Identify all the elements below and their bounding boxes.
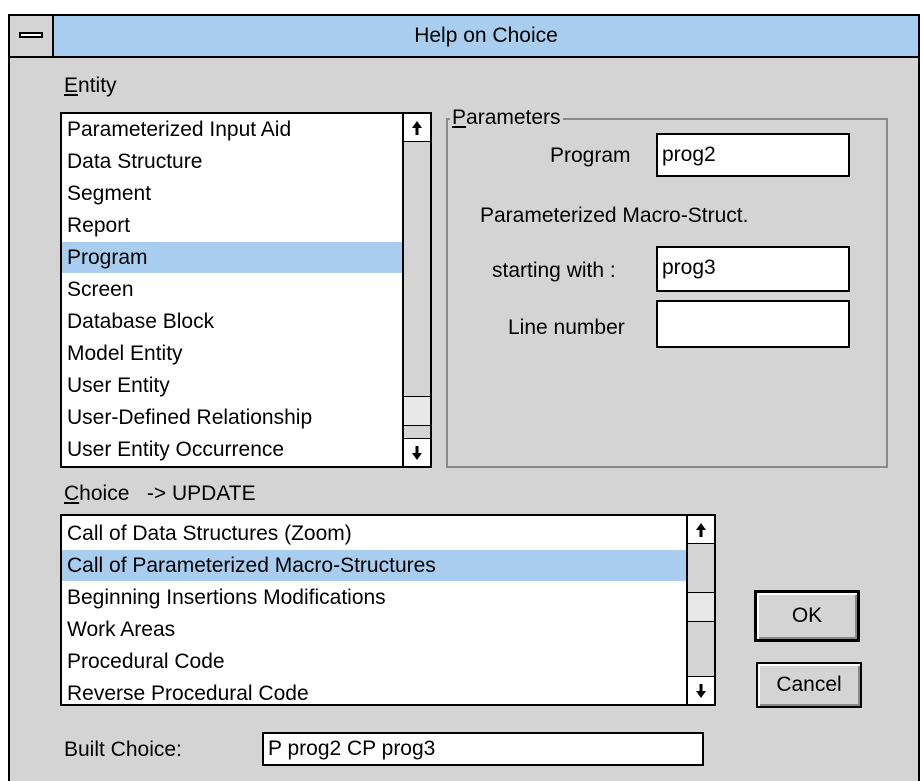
parameters-label: Parameters	[450, 106, 563, 130]
scroll-down-icon[interactable]	[688, 676, 714, 704]
scroll-up-icon[interactable]	[404, 114, 430, 142]
entity-list-item[interactable]: Program	[62, 242, 402, 273]
entity-list-item[interactable]: Screen	[62, 274, 402, 305]
starting-with-field[interactable]: prog3	[656, 246, 850, 292]
entity-scroll-thumb[interactable]	[404, 396, 430, 426]
entity-label: Entity	[64, 74, 117, 97]
help-on-choice-dialog: Help on Choice Entity Parameterized Inpu…	[8, 14, 920, 781]
ok-button[interactable]: OK	[754, 590, 860, 642]
choice-list-item[interactable]: Call of Parameterized Macro-Structures	[62, 550, 686, 581]
scroll-up-icon[interactable]	[688, 516, 714, 544]
title-bar: Help on Choice	[10, 16, 918, 58]
entity-list-item[interactable]: Parameterized Input Aid	[62, 114, 402, 145]
window-title: Help on Choice	[414, 24, 558, 47]
line-number-field[interactable]	[656, 300, 850, 348]
entity-listbox[interactable]: Parameterized Input Aid Data Structure Seg…	[60, 112, 432, 468]
choice-list-item[interactable]: Call of Data Structures (Zoom)	[62, 518, 686, 549]
entity-list-item[interactable]: User Entity	[62, 370, 402, 401]
built-choice-label: Built Choice:	[64, 738, 182, 761]
starting-with-label: starting with :	[492, 259, 616, 282]
choice-mode: -> UPDATE	[146, 482, 256, 505]
entity-list-item[interactable]: Segment	[62, 178, 402, 209]
entity-list-item[interactable]: Data Structure	[62, 146, 402, 177]
cancel-button[interactable]: Cancel	[756, 662, 862, 708]
choice-scrollbar[interactable]	[686, 516, 714, 704]
entity-list-item[interactable]: User-Defined Relationship	[62, 402, 402, 433]
built-choice-field[interactable]: P prog2 CP prog3	[262, 732, 704, 766]
choice-list-item[interactable]: Reverse Procedural Code	[62, 678, 686, 704]
program-label: Program	[550, 144, 631, 167]
entity-list-item[interactable]: Model Entity	[62, 338, 402, 369]
entity-list-item[interactable]: User Entity Occurrence	[62, 434, 402, 465]
choice-list-item[interactable]: Procedural Code	[62, 646, 686, 677]
entity-list-item[interactable]: Report	[62, 210, 402, 241]
scroll-down-icon[interactable]	[404, 438, 430, 466]
macro-struct-label: Parameterized Macro-Struct.	[480, 204, 749, 227]
system-menu-icon	[19, 32, 43, 38]
system-menu-button[interactable]	[10, 16, 54, 56]
choice-list-item[interactable]: Work Areas	[62, 614, 686, 645]
choice-list-item[interactable]: Beginning Insertions Modifications	[62, 582, 686, 613]
choice-scroll-thumb[interactable]	[688, 592, 714, 622]
choice-listbox[interactable]: Call of Data Structures (Zoom) Call of Pa…	[60, 514, 716, 706]
program-field[interactable]: prog2	[656, 133, 850, 177]
choice-label: Choice -> UPDATE	[64, 482, 256, 505]
entity-scrollbar[interactable]	[402, 114, 430, 466]
entity-list-item[interactable]: Database Block	[62, 306, 402, 337]
line-number-label: Line number	[508, 316, 625, 339]
